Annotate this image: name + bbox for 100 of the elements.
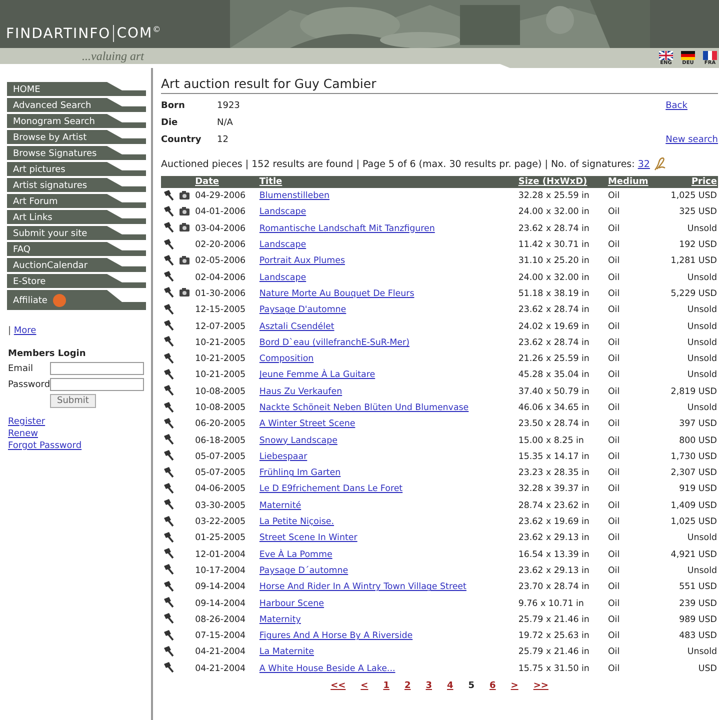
table-cell-text: 31.10 x 25.20 in	[517, 255, 590, 268]
login-link[interactable]: Forgot Password	[8, 441, 151, 451]
table-cell-text: Oil	[606, 646, 621, 660]
table-cell-text: 45.28 x 35.04 in	[517, 369, 590, 382]
title-link[interactable]: Romantische Landschaft Mit Tanzfiguren	[259, 224, 435, 234]
table-cell-text: 23.62 x 29.13 in	[517, 564, 590, 578]
table-cell-text: 11.42 x 30.71 in	[517, 239, 590, 252]
table-cell-text: 25.79 x 21.46 in	[517, 614, 590, 627]
title-link[interactable]: Nature Morte Au Bouquet De Fleurs	[259, 288, 414, 299]
signatures-link[interactable]: 32	[638, 158, 650, 170]
title-link[interactable]: Le D E9frichement Dans Le Foret	[259, 484, 403, 494]
gavel-icon	[162, 319, 174, 332]
gavel-icon	[162, 644, 174, 657]
submit-button[interactable]: Submit	[50, 394, 96, 408]
login-link[interactable]: Register	[8, 417, 151, 427]
menu-item[interactable]: Submit your site	[7, 226, 146, 240]
page-link[interactable]: 1	[383, 680, 390, 691]
nav-link[interactable]: New search	[666, 135, 718, 145]
title-link[interactable]: Composition	[259, 354, 314, 364]
menu-item[interactable]: HOME	[7, 82, 146, 96]
table-cell-text: Unsold	[686, 353, 718, 366]
table-cell-text: 09-14-2004	[194, 598, 247, 611]
title-link[interactable]: Street Scene In Winter	[259, 533, 358, 544]
gavel-icon	[162, 661, 174, 674]
page-link[interactable]: 6	[490, 680, 496, 691]
title-link[interactable]: A Winter Street Scene	[259, 419, 356, 430]
menu-item[interactable]: E-Store	[7, 274, 146, 288]
flag-icon	[659, 51, 673, 60]
menu-item[interactable]: Artist signatures	[7, 178, 146, 192]
page-title: Art auction result for Guy Cambier	[161, 76, 718, 94]
title-link[interactable]: Frühling Im Garten	[259, 468, 341, 478]
table-cell-text: 23.62 x 19.69 in	[517, 516, 590, 530]
title-link[interactable]: Paysage D´automne	[259, 566, 348, 576]
page-link[interactable]: 2	[404, 680, 411, 691]
title-link[interactable]: La Maternite	[259, 647, 314, 658]
table-cell-text: Oil	[606, 434, 621, 448]
title-link[interactable]: Asztali Csendélet	[259, 322, 334, 332]
table-cell: 32.28 x 25.59 in	[517, 188, 607, 204]
title-link[interactable]: Paysage D'automne	[259, 305, 346, 316]
table-cell-text: Oil	[606, 222, 621, 236]
title-link[interactable]: Nackte Schöneit Neben Blüten Und Blumenvase	[259, 403, 469, 413]
menu-item[interactable]: Art Links	[7, 210, 146, 224]
table-cell-text: Unsold	[686, 272, 718, 285]
title-link[interactable]: Landscape	[259, 272, 306, 283]
nav-link[interactable]: Back	[666, 101, 718, 111]
table-cell-text: Oil	[606, 418, 621, 432]
menu-item[interactable]: Art pictures	[7, 162, 146, 176]
menu-item[interactable]: Affiliate	[7, 290, 146, 310]
menu-item[interactable]: Monogram Search	[7, 114, 146, 128]
gavel-icon	[162, 416, 174, 429]
menu-item[interactable]: Art Forum	[7, 194, 146, 208]
table-cell-text: 05-07-2005	[194, 467, 247, 480]
column-header[interactable]: Title	[259, 177, 282, 187]
title-link[interactable]: Blumenstilleben	[259, 191, 330, 202]
title-link[interactable]: La Petite Niçoise.	[259, 517, 334, 528]
title-link[interactable]: A White House Beside A Lake...	[259, 664, 396, 674]
logo[interactable]: FINDARTINFO COM$^{©}$	[6, 25, 162, 42]
title-link[interactable]: Jeune Femme À La Guitare	[259, 370, 376, 380]
page-link[interactable]: >	[510, 680, 518, 691]
table-cell-text: Oil	[606, 532, 621, 546]
input-field[interactable]	[50, 378, 144, 391]
title-link[interactable]: Figures And A Horse By A Riverside	[259, 631, 413, 642]
title-link[interactable]: Harbour Scene	[259, 598, 324, 609]
table-cell-text: 2,307 USD	[670, 467, 718, 480]
table-cell-text: 483 USD	[678, 630, 718, 644]
title-link[interactable]: Horse And Rider In A Wintry Town Village Street	[259, 582, 466, 592]
current-page: 5	[468, 680, 475, 691]
table-cell-text: 28.74 x 23.62 in	[517, 500, 590, 513]
title-link[interactable]: Bord D`eau (villefranchE-SuR-Mer)	[259, 338, 410, 348]
title-link[interactable]: Portrait Aux Plumes	[259, 256, 345, 266]
title-link[interactable]: Haus Zu Verkaufen	[259, 386, 342, 397]
title-link[interactable]: Maternity	[259, 614, 301, 625]
page-link[interactable]: <	[360, 680, 368, 691]
table-cell-text: 06-20-2005	[194, 418, 247, 432]
title-link[interactable]: Maternité	[259, 500, 302, 511]
page-link[interactable]: >>	[533, 680, 548, 691]
menu-item[interactable]: Advanced Search	[7, 98, 146, 112]
menu-item[interactable]: Browse Signatures	[7, 146, 146, 160]
table-cell-text: Unsold	[686, 402, 718, 415]
page-link[interactable]: <<	[330, 680, 346, 691]
table-cell-text: 23.62 x 29.13 in	[517, 532, 590, 546]
login-link[interactable]: Renew	[8, 429, 151, 439]
title-link[interactable]: Eve À La Pomme	[259, 550, 332, 560]
page-link[interactable]: 4	[447, 680, 454, 691]
input-field[interactable]	[50, 362, 144, 375]
table-cell-text: Unsold	[686, 320, 718, 334]
tagline: ...valuing art	[82, 49, 144, 63]
menu-item[interactable]: AuctionCalendar	[7, 258, 146, 272]
more-link[interactable]: More	[14, 326, 36, 336]
table-cell-text: 9.76 x 10.71 in	[517, 598, 585, 611]
table-cell-text: 12-01-2004	[194, 548, 247, 562]
gavel-icon	[162, 449, 174, 462]
menu-item[interactable]: FAQ	[7, 242, 146, 256]
page-link[interactable]: 3	[426, 680, 432, 691]
title-link[interactable]: Snowy Landscape	[259, 436, 338, 446]
title-link[interactable]: Landscape	[259, 207, 306, 218]
table-cell-text: 23.62 x 28.74 in	[517, 304, 590, 318]
title-link[interactable]: Liebespaar	[259, 452, 308, 462]
menu-item[interactable]: Browse by Artist	[7, 130, 146, 144]
title-link[interactable]: Landscape	[259, 240, 306, 250]
